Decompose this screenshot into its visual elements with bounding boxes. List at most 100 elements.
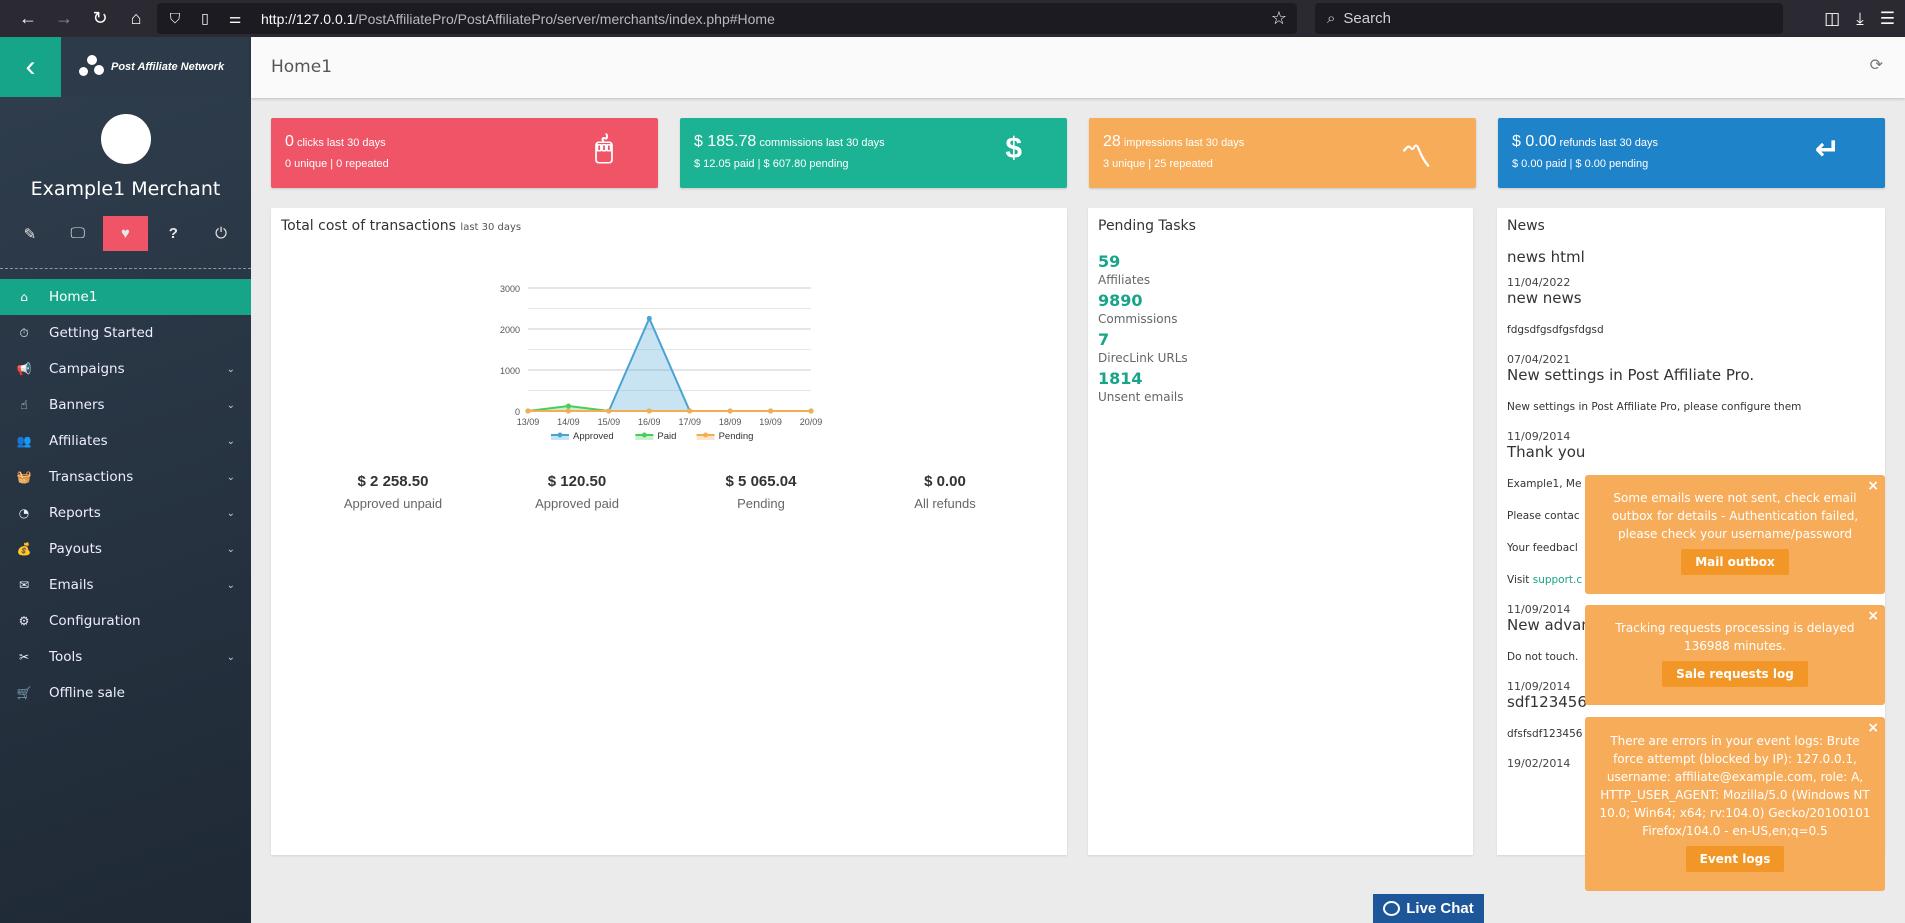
- news-text-content: Visit: [1507, 574, 1533, 586]
- pocket-icon[interactable]: ◫: [1824, 9, 1840, 29]
- notification-message: Some emails were not sent, check email o…: [1611, 491, 1859, 541]
- molecule-logo-icon: [79, 55, 105, 79]
- legend-label-pending: Pending: [719, 431, 754, 442]
- x-tick-label: 17/09: [678, 417, 701, 427]
- sidebar-item-label: Affiliates: [49, 433, 108, 449]
- chevron-down-icon[interactable]: ⌄: [227, 364, 235, 375]
- chat-bubble-icon: [1383, 901, 1401, 916]
- news-item-title: news html: [1507, 248, 1585, 266]
- point-pending: [727, 408, 733, 414]
- forward-arrow-icon[interactable]: →: [46, 4, 82, 34]
- chevron-down-icon[interactable]: ⌄: [227, 472, 235, 483]
- x-tick-label: 19/09: [759, 417, 782, 427]
- help-icon[interactable]: ?: [151, 216, 196, 251]
- news-item-title: Thank you: [1507, 443, 1586, 461]
- sidebar-item-campaigns[interactable]: 📢 Campaigns ⌄: [0, 351, 251, 387]
- download-icon[interactable]: ⤓: [1856, 9, 1864, 29]
- search-placeholder: Search: [1343, 10, 1391, 27]
- sidebar-item-affiliates[interactable]: 👥 Affiliates ⌄: [0, 423, 251, 459]
- legend-label-paid: Paid: [657, 431, 676, 442]
- reload-icon[interactable]: ↻: [82, 4, 118, 34]
- permissions-icon[interactable]: ⚌: [223, 10, 247, 27]
- pie-chart-icon: ◔: [18, 506, 30, 520]
- pending-count[interactable]: 9890: [1098, 291, 1473, 310]
- event-logs-button[interactable]: Event logs: [1685, 846, 1785, 872]
- y-tick-label: 0: [515, 407, 520, 417]
- sidebar-item-payouts[interactable]: 💰 Payouts ⌄: [0, 531, 251, 567]
- edit-icon[interactable]: ✎: [7, 216, 52, 251]
- stat-card[interactable]: 28 impressions last 30 days 3 unique | 2…: [1089, 118, 1476, 188]
- collapse-sidebar-button[interactable]: ‹: [0, 37, 61, 97]
- search-icon: ⌕: [1327, 10, 1336, 27]
- sidebar-item-transactions[interactable]: 🧺 Transactions ⌄: [0, 459, 251, 495]
- x-tick-label: 20/09: [800, 417, 823, 427]
- line-chart-icon: 〽: [1401, 141, 1431, 174]
- notification-email-outbox: × Some emails were not sent, check email…: [1585, 475, 1885, 594]
- offline-sale-icon: 🛒: [16, 686, 32, 700]
- pending-count[interactable]: 1814: [1098, 369, 1473, 388]
- pending-label: DirecLink URLs: [1098, 351, 1188, 365]
- sidebar-item-reports[interactable]: ◔ Reports ⌄: [0, 495, 251, 531]
- close-icon[interactable]: ×: [1867, 607, 1879, 625]
- stat-card[interactable]: $ 0.00 refunds last 30 days $ 0.00 paid …: [1498, 118, 1885, 188]
- power-icon[interactable]: ⏻: [199, 216, 244, 251]
- sidebar-item-getting-started[interactable]: ⏱ Getting Started: [0, 315, 251, 351]
- mail-outbox-button[interactable]: Mail outbox: [1681, 549, 1789, 575]
- hamburger-menu-icon[interactable]: ☰: [1880, 9, 1895, 29]
- monitor-icon[interactable]: 🖵: [55, 216, 100, 251]
- news-text-content: Do not touch.: [1507, 651, 1579, 663]
- bookmark-star-icon[interactable]: ☆: [1271, 8, 1287, 29]
- x-tick-label: 15/09: [598, 417, 621, 427]
- stat-breakdown: 3 unique | 25 repeated: [1103, 158, 1213, 170]
- heartbeat-icon[interactable]: ♥: [102, 216, 148, 251]
- news-text: New settings in Post Affiliate Pro, plea…: [1507, 398, 1875, 416]
- live-chat-button[interactable]: Live Chat: [1373, 894, 1484, 923]
- sidebar-item-offline-sale[interactable]: 🛒 Offline sale: [0, 675, 251, 711]
- point-pending: [606, 408, 612, 414]
- point-pending: [565, 408, 571, 414]
- sidebar-item-label: Campaigns: [49, 361, 125, 377]
- sidebar-item-banners[interactable]: ☝ Banners ⌄: [0, 387, 251, 423]
- stat-label: refunds last 30 days: [1559, 137, 1658, 149]
- pending-count[interactable]: 59: [1098, 252, 1473, 271]
- search-input[interactable]: ⌕ Search: [1315, 3, 1783, 34]
- chevron-down-icon[interactable]: ⌄: [227, 508, 235, 519]
- sidebar-item-emails[interactable]: ✉ Emails ⌄: [0, 567, 251, 603]
- sale-requests-log-button[interactable]: Sale requests log: [1662, 661, 1808, 687]
- stat-label: impressions last 30 days: [1123, 137, 1245, 149]
- total-label: Approved unpaid: [343, 496, 443, 511]
- chevron-down-icon[interactable]: ⌄: [227, 544, 235, 555]
- transaction-totals: $ 2 258.50 Approved unpaid $ 120.50 Approve…: [271, 473, 1067, 511]
- url-bar[interactable]: ⛉ ▯ ⚌ http://127.0.0.1/PostAffiliatePro/…: [157, 3, 1297, 34]
- chevron-down-icon[interactable]: ⌄: [227, 580, 235, 591]
- close-icon[interactable]: ×: [1867, 719, 1879, 737]
- sidebar-item-tools[interactable]: ✂ Tools ⌄: [0, 639, 251, 675]
- stat-card[interactable]: $ 185.78 commissions last 30 days $ 12.0…: [680, 118, 1067, 188]
- pending-label: Commissions: [1098, 312, 1178, 326]
- notification-tracking-delay: × Tracking requests processing is delaye…: [1585, 605, 1885, 705]
- chevron-down-icon[interactable]: ⌄: [227, 400, 235, 411]
- pending-count[interactable]: 7: [1098, 330, 1473, 349]
- shield-icon[interactable]: ⛉: [163, 10, 187, 27]
- avatar[interactable]: [100, 114, 151, 164]
- news-item-title: New settings in Post Affiliate Pro.: [1507, 366, 1755, 384]
- refresh-icon[interactable]: ⟳: [1870, 55, 1883, 75]
- transactions-subtitle: last 30 days: [460, 222, 522, 233]
- news-title: News: [1507, 218, 1545, 234]
- close-icon[interactable]: ×: [1867, 477, 1879, 495]
- home-icon[interactable]: ⌂: [118, 4, 154, 34]
- notification-message: Tracking requests processing is delayed …: [1615, 621, 1855, 653]
- sidebar-item-configuration[interactable]: ⚙ Configuration: [0, 603, 251, 639]
- back-arrow-icon[interactable]: ←: [10, 4, 46, 34]
- news-link[interactable]: support.c: [1533, 574, 1582, 586]
- pending-label: Unsent emails: [1098, 390, 1184, 404]
- url-text[interactable]: http://127.0.0.1/PostAffiliatePro/PostAf…: [261, 11, 775, 27]
- chevron-down-icon[interactable]: ⌄: [227, 652, 235, 663]
- x-tick-label: 18/09: [719, 417, 742, 427]
- sidebar-item-home1[interactable]: ⌂ Home1: [0, 279, 251, 315]
- stat-card[interactable]: 0 clicks last 30 days 0 unique | 0 repea…: [271, 118, 658, 188]
- sidebar-item-label: Reports: [49, 505, 101, 521]
- stat-value: 28: [1103, 133, 1121, 150]
- chevron-down-icon[interactable]: ⌄: [227, 436, 235, 447]
- users-icon: 👥: [16, 434, 32, 448]
